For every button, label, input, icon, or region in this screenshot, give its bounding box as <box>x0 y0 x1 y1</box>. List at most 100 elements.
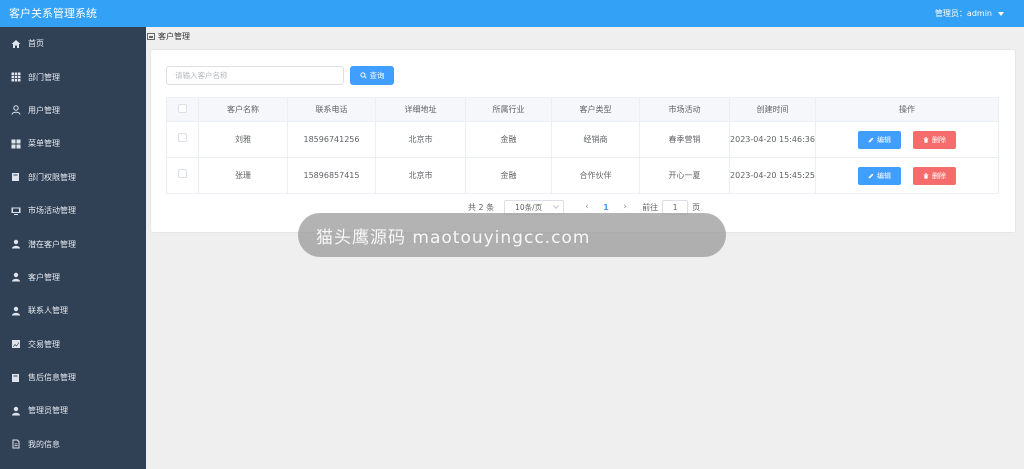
column-header: 客户类型 <box>551 97 640 122</box>
current-page-number[interactable]: 1 <box>594 203 618 212</box>
table-header-row: 客户名称 联系电话 详细地址 所属行业 客户类型 市场活动 创建时间 操作 <box>166 97 999 122</box>
sidebar-item-marketing[interactable]: 市场活动管理 <box>0 194 146 227</box>
user-menu[interactable]: 管理员：admin <box>935 8 1004 19</box>
search-button[interactable]: 查询 <box>350 66 394 85</box>
column-header: 客户名称 <box>198 97 288 122</box>
edit-button[interactable]: 编辑 <box>858 130 901 149</box>
jump-suffix: 页 <box>692 202 701 212</box>
sidebar-item-my-info[interactable]: 我的信息 <box>0 428 146 461</box>
edit-icon <box>868 137 874 142</box>
cell-customer-name: 张珊 <box>198 157 288 194</box>
trash-icon <box>923 172 929 179</box>
cell-customer-type: 经销商 <box>551 121 640 158</box>
cell-activity: 春季营销 <box>639 121 730 158</box>
breadcrumb: 客户管理 <box>147 31 190 42</box>
edit-button-label: 编辑 <box>877 135 891 144</box>
cell-phone: 18596741256 <box>287 121 376 158</box>
sidebar-item-label: 客户管理 <box>28 272 60 282</box>
delete-button[interactable]: 删除 <box>913 130 956 149</box>
cell-activity: 开心一夏 <box>639 157 730 194</box>
person-icon <box>11 272 21 282</box>
cell-customer-name: 刘雅 <box>198 121 288 158</box>
sidebar-item-contacts[interactable]: 联系人管理 <box>0 294 146 327</box>
sidebar-item-label: 部门权限管理 <box>28 172 76 182</box>
book-icon <box>11 172 21 182</box>
sidebar-item-label: 我的信息 <box>28 439 60 449</box>
document-icon <box>11 439 21 449</box>
prev-page-button[interactable]: ‹ <box>580 202 594 212</box>
sidebar-item-label: 交易管理 <box>28 339 60 349</box>
sidebar-item-deals[interactable]: 交易管理 <box>0 328 146 361</box>
column-header: 所属行业 <box>465 97 552 122</box>
sidebar-item-departments[interactable]: 部门管理 <box>0 60 146 93</box>
grid-icon <box>11 72 21 82</box>
page-size-value: 10条/页 <box>515 202 543 212</box>
book-icon <box>11 373 21 383</box>
person-icon <box>11 406 21 416</box>
sidebar-item-label: 部门管理 <box>28 72 60 82</box>
sidebar-item-customers[interactable]: 客户管理 <box>0 261 146 294</box>
top-bar: 客户关系管理系统 管理员：admin <box>0 0 1024 27</box>
monitor-icon <box>11 206 21 216</box>
sidebar-item-menus[interactable]: 菜单管理 <box>0 127 146 160</box>
cell-actions: 编辑 删除 <box>815 157 999 194</box>
next-page-button[interactable]: › <box>618 202 632 212</box>
chart-icon <box>11 339 21 349</box>
cell-address: 北京市 <box>375 121 466 158</box>
customer-panel: 查询 客户名称 联系电话 详细地址 所属行业 客户类型 市场活动 创建时间 操作… <box>150 49 1016 233</box>
cell-customer-type: 合作伙伴 <box>551 157 640 194</box>
sidebar-item-users[interactable]: 用户管理 <box>0 94 146 127</box>
row-checkbox[interactable] <box>178 169 187 178</box>
sidebar-item-label: 用户管理 <box>28 105 60 115</box>
row-checkbox[interactable] <box>178 133 187 142</box>
table-row: 刘雅 18596741256 北京市 金融 经销商 春季营销 2023-04-2… <box>166 121 999 158</box>
sidebar-item-label: 联系人管理 <box>28 306 68 316</box>
person-icon <box>11 306 21 316</box>
delete-button-label: 删除 <box>932 135 946 144</box>
sidebar-item-after-sales[interactable]: 售后信息管理 <box>0 361 146 394</box>
sidebar-item-label: 市场活动管理 <box>28 206 76 216</box>
delete-button-label: 删除 <box>932 171 946 180</box>
edit-button-label: 编辑 <box>877 171 891 180</box>
person-icon <box>11 239 21 249</box>
app-title: 客户关系管理系统 <box>9 7 97 20</box>
cell-actions: 编辑 删除 <box>815 121 999 158</box>
sidebar: 首页 部门管理 用户管理 菜单管理 部门权限管理 市场活动管理 潜在客户管理 客… <box>0 27 146 469</box>
column-header: 详细地址 <box>375 97 466 122</box>
column-header: 操作 <box>815 97 999 122</box>
sidebar-item-label: 菜单管理 <box>28 139 60 149</box>
cell-created-time: 2023-04-20 15:45:25 <box>729 157 816 194</box>
jump-prefix: 前往 <box>642 202 659 212</box>
sidebar-item-leads[interactable]: 潜在客户管理 <box>0 227 146 260</box>
customer-name-search-input[interactable] <box>166 66 344 85</box>
sidebar-item-label: 管理员管理 <box>28 406 68 416</box>
delete-button[interactable]: 删除 <box>913 166 956 185</box>
pagination-total: 共 2 条 <box>467 202 495 212</box>
table-row: 张珊 15896857415 北京市 金融 合作伙伴 开心一夏 2023-04-… <box>166 157 999 194</box>
customer-table: 客户名称 联系电话 详细地址 所属行业 客户类型 市场活动 创建时间 操作 刘雅… <box>166 97 999 194</box>
chevron-down-icon <box>553 203 559 209</box>
cell-address: 北京市 <box>375 157 466 194</box>
cell-phone: 15896857415 <box>287 157 376 194</box>
sidebar-item-department-permissions[interactable]: 部门权限管理 <box>0 161 146 194</box>
sidebar-item-label: 潜在客户管理 <box>28 239 76 249</box>
sidebar-item-label: 首页 <box>28 39 44 49</box>
breadcrumb-label: 客户管理 <box>158 32 190 41</box>
sidebar-item-label: 售后信息管理 <box>28 373 76 383</box>
row-select-cell[interactable] <box>166 157 199 194</box>
select-all-cell[interactable] <box>166 97 199 122</box>
select-all-checkbox[interactable] <box>178 104 187 113</box>
cell-industry: 金融 <box>465 157 552 194</box>
home-icon <box>11 39 21 49</box>
edit-button[interactable]: 编辑 <box>858 166 901 185</box>
search-icon <box>359 72 367 79</box>
sidebar-item-home[interactable]: 首页 <box>0 27 146 60</box>
menu-grid-icon <box>11 139 21 149</box>
row-select-cell[interactable] <box>166 121 199 158</box>
edit-icon <box>868 173 874 178</box>
column-header: 创建时间 <box>729 97 816 122</box>
sidebar-item-admins[interactable]: 管理员管理 <box>0 394 146 427</box>
cell-created-time: 2023-04-20 15:46:36 <box>729 121 816 158</box>
image-icon <box>147 33 155 40</box>
user-icon <box>11 105 21 116</box>
